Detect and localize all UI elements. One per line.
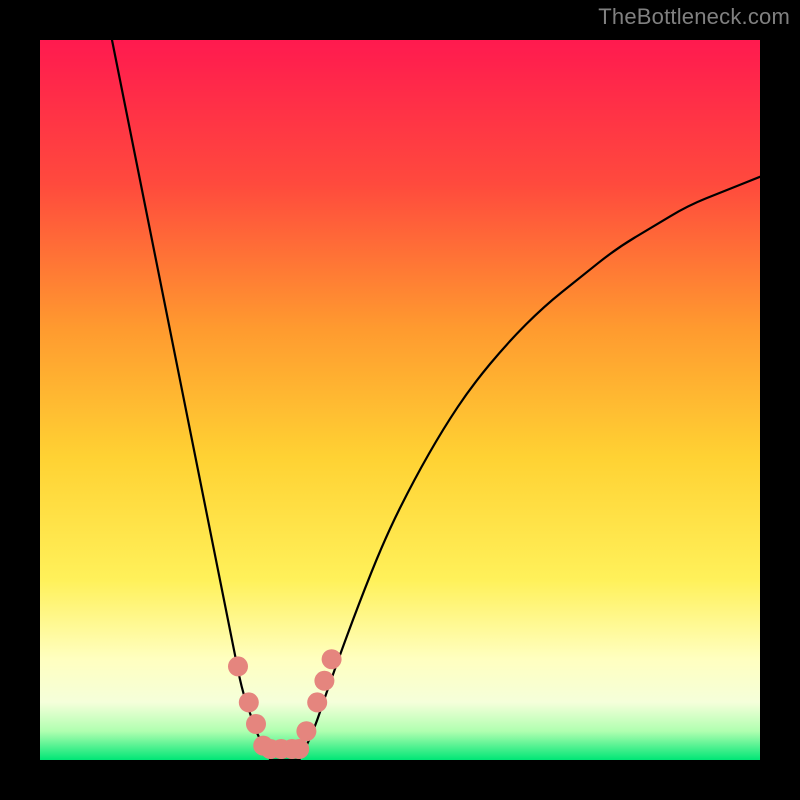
data-marker bbox=[228, 656, 248, 676]
watermark-text: TheBottleneck.com bbox=[598, 4, 790, 30]
data-marker bbox=[296, 721, 316, 741]
data-marker bbox=[322, 649, 342, 669]
chart-frame: TheBottleneck.com bbox=[0, 0, 800, 800]
data-marker bbox=[289, 739, 309, 759]
data-marker bbox=[246, 714, 266, 734]
plot-area bbox=[40, 40, 760, 760]
data-marker bbox=[239, 692, 259, 712]
marker-layer bbox=[40, 40, 760, 760]
data-marker bbox=[314, 671, 334, 691]
data-marker bbox=[307, 692, 327, 712]
